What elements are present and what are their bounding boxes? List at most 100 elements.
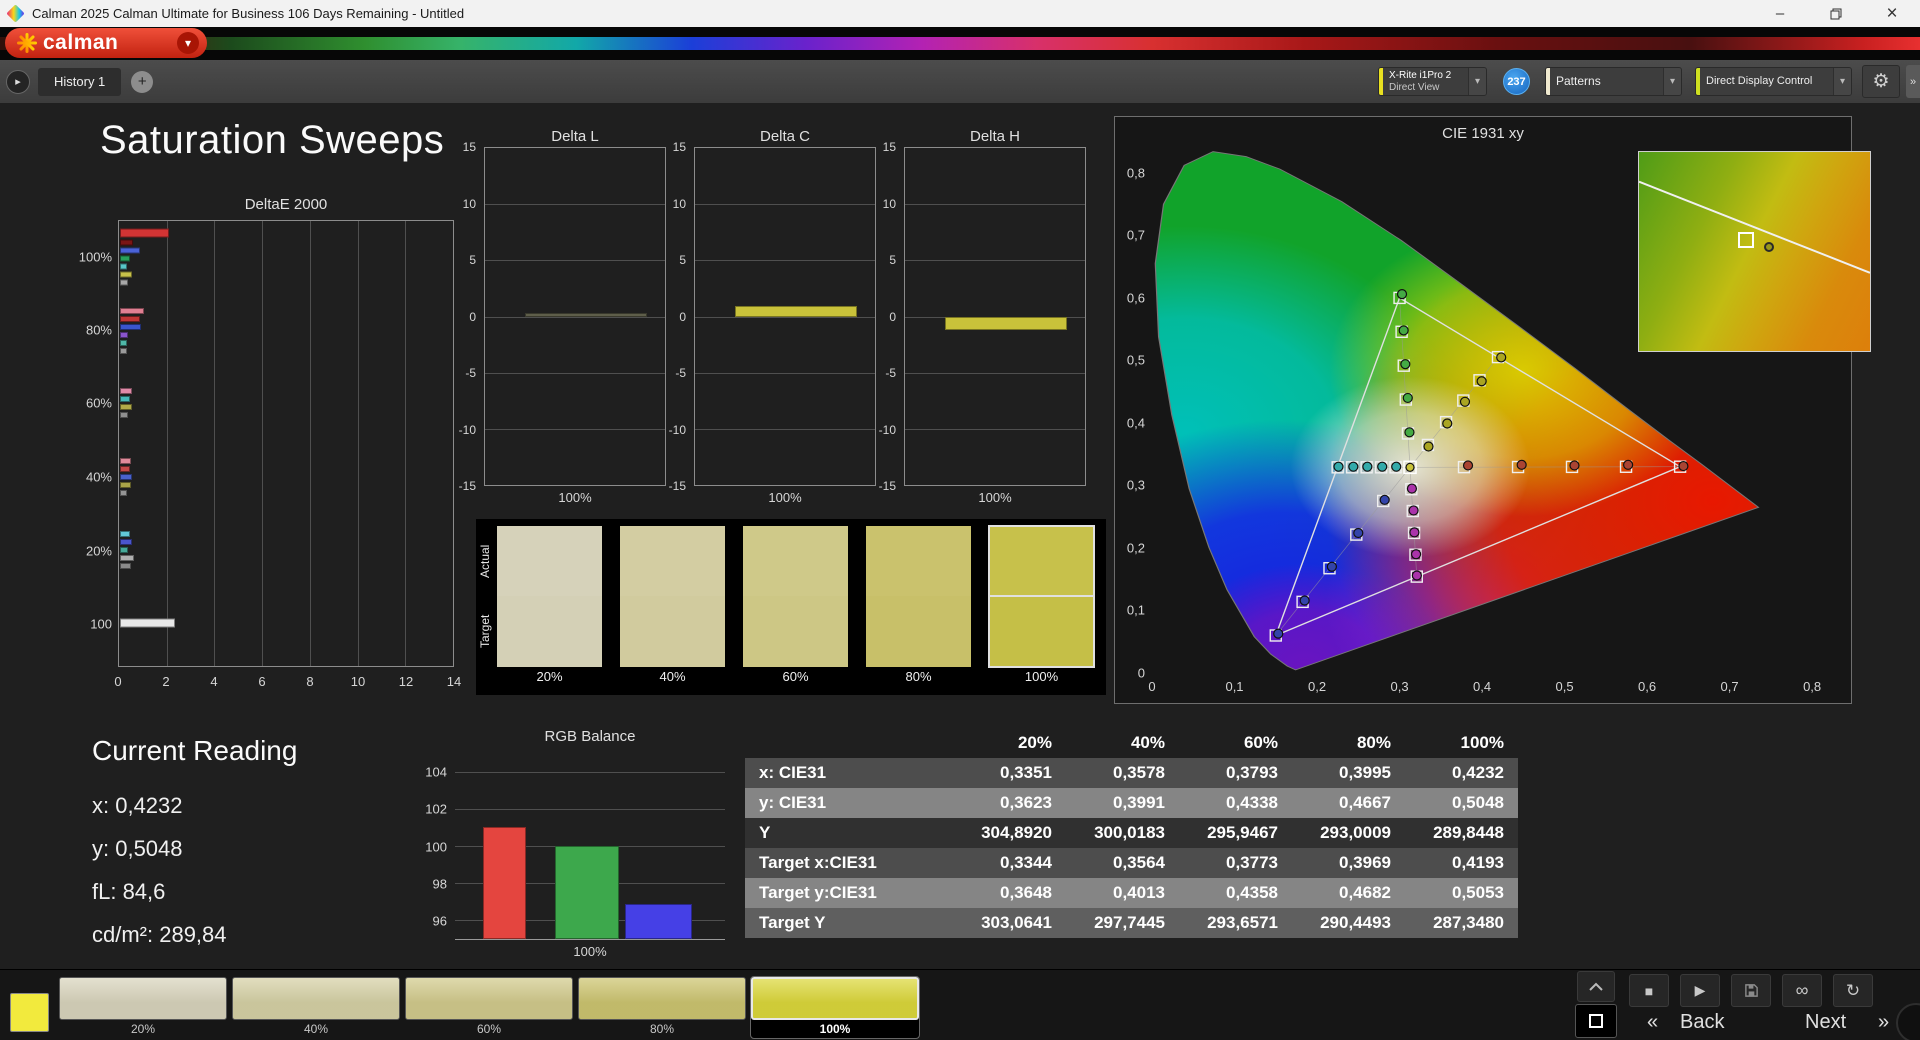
- deltae-bar: [120, 465, 130, 472]
- calman-logo[interactable]: calman ▾: [5, 28, 207, 58]
- link-button[interactable]: ∞: [1782, 974, 1822, 1007]
- gridline: [485, 260, 665, 262]
- swatch-label: 20%: [130, 1022, 156, 1036]
- meter-dropdown[interactable]: X-Rite i1Pro 2 Direct View ▾: [1378, 67, 1487, 96]
- tab-history-1[interactable]: History 1: [38, 67, 122, 96]
- calman-logo-text: calman: [43, 31, 119, 54]
- deltae-bar: [120, 396, 130, 403]
- gridline: [905, 372, 1085, 374]
- y-tick-label: -5: [885, 366, 896, 380]
- playlist-swatch-20%[interactable]: 20%: [59, 977, 227, 1038]
- red-measured-circle: [1516, 459, 1527, 470]
- red-measured-circle: [1678, 460, 1689, 472]
- playlist-swatch-80%[interactable]: 80%: [578, 977, 746, 1038]
- add-tab-button[interactable]: +: [131, 70, 154, 93]
- swatch-color: [751, 977, 919, 1020]
- collapse-panel-button[interactable]: [1577, 971, 1615, 1002]
- y-tick-label: 0: [679, 309, 686, 324]
- swatch-label: 40%: [303, 1022, 329, 1036]
- column-header: 60%: [1243, 733, 1278, 752]
- gridline: [485, 204, 665, 206]
- cell-value: 290,4493: [1320, 913, 1391, 932]
- playlist-swatch-60%[interactable]: 60%: [405, 977, 573, 1038]
- playlist-swatch-40%[interactable]: 40%: [232, 977, 400, 1038]
- cie-y-labels: 0 0,1 0,2 0,3 0,4 0,5 0,6 0,7 0,8: [1115, 151, 1147, 680]
- deltae-bar: [120, 388, 132, 395]
- row-label: Y: [759, 823, 771, 842]
- actual-swatch: [497, 526, 602, 596]
- deltae-plot: [118, 220, 454, 667]
- minimize-button[interactable]: –: [1752, 0, 1808, 27]
- deltae-bar: [120, 547, 129, 554]
- gear-icon[interactable]: ⚙: [1862, 65, 1900, 98]
- cell-value: 295,9467: [1207, 823, 1278, 842]
- next-button[interactable]: Next: [1805, 1011, 1846, 1034]
- cell-value: 0,5048: [1452, 793, 1504, 812]
- yellow-measured-circle: [1459, 396, 1471, 407]
- swatch-column-60%: 60%: [743, 526, 848, 687]
- y-tick-label: 100: [425, 839, 447, 854]
- more-tools-button[interactable]: »: [1906, 65, 1920, 98]
- y-tick-label: -15: [878, 479, 896, 493]
- red-sweep-line: [1410, 466, 1681, 468]
- swatch-label: 60%: [476, 1022, 502, 1036]
- deltae-bar: [120, 263, 128, 270]
- bottom-swatches: 20% 40% 60% 80% 100%: [59, 976, 920, 1039]
- stop-button[interactable]: ■: [1629, 974, 1669, 1007]
- pattern-window-button[interactable]: [1575, 1004, 1617, 1038]
- y-tick-label: 0,2: [1126, 540, 1145, 556]
- green-sweep-line: [1399, 297, 1411, 468]
- refresh-button[interactable]: ↻: [1833, 974, 1873, 1007]
- tab-scroll-button[interactable]: ▸: [6, 69, 30, 94]
- save-icon: [1744, 984, 1758, 997]
- gridline: [405, 221, 407, 666]
- chevron-down-icon[interactable]: ▾: [1468, 68, 1486, 95]
- display-control-label: Direct Display Control: [1706, 75, 1813, 88]
- back-button[interactable]: Back: [1680, 1011, 1724, 1034]
- y-tick-label: 15: [882, 140, 896, 154]
- restore-button[interactable]: [1808, 0, 1864, 27]
- gridline: [309, 221, 311, 666]
- chevron-down-icon[interactable]: ▾: [1833, 68, 1851, 95]
- patterns-dropdown[interactable]: Patterns ▾: [1545, 67, 1682, 96]
- save-button[interactable]: [1731, 974, 1771, 1007]
- x-tick-label: 0,5: [1555, 679, 1574, 694]
- swatch-color: [232, 977, 400, 1020]
- corner-knob[interactable]: [1896, 1003, 1920, 1040]
- next-chevron-icon[interactable]: »: [1878, 1011, 1889, 1034]
- y-tick-label: -15: [458, 479, 476, 493]
- cell-value: 0,3648: [1000, 883, 1052, 902]
- x-tick-label: 0,2: [1307, 679, 1327, 694]
- bar-group: [120, 531, 454, 570]
- cell-value: 293,0009: [1320, 823, 1391, 842]
- y-tick-label: 0,4: [1126, 415, 1145, 431]
- gridline: [695, 428, 875, 430]
- patch-count-badge[interactable]: 237: [1503, 68, 1530, 95]
- rgb-plot: [455, 753, 725, 940]
- close-button[interactable]: ×: [1864, 0, 1920, 27]
- column-header: 100%: [1460, 733, 1504, 752]
- y-tick-label: -10: [668, 422, 686, 437]
- cyan-measured-circle: [1333, 461, 1344, 472]
- gridline: [485, 428, 665, 430]
- red-measured-circle: [1462, 460, 1474, 471]
- deltae-bar: [120, 228, 169, 238]
- cell-value: 0,3995: [1339, 763, 1391, 782]
- play-button[interactable]: ▶: [1680, 974, 1720, 1007]
- cell-value: 297,7445: [1094, 913, 1165, 932]
- swatch-label: 60%: [782, 669, 809, 684]
- chevron-down-icon[interactable]: ▾: [1663, 68, 1681, 95]
- deltae-bar: [120, 331, 129, 338]
- rgb-y-labels: 104 102 100 98 96: [411, 753, 451, 940]
- cyan-measured-circle: [1362, 461, 1373, 472]
- logo-menu-arrow-icon[interactable]: ▾: [177, 32, 199, 54]
- display-control-dropdown[interactable]: Direct Display Control ▾: [1695, 67, 1852, 96]
- back-chevron-icon[interactable]: «: [1647, 1011, 1658, 1034]
- delta-h-x-label: 100%: [978, 490, 1012, 505]
- cell-value: 300,0183: [1094, 823, 1165, 842]
- y-tick-label: 5: [679, 253, 686, 267]
- x-tick-label: 12: [398, 674, 414, 689]
- playlist-swatch-100%[interactable]: 100%: [750, 976, 920, 1039]
- actual-swatch: [620, 526, 725, 596]
- cell-value: 0,3623: [1000, 793, 1052, 812]
